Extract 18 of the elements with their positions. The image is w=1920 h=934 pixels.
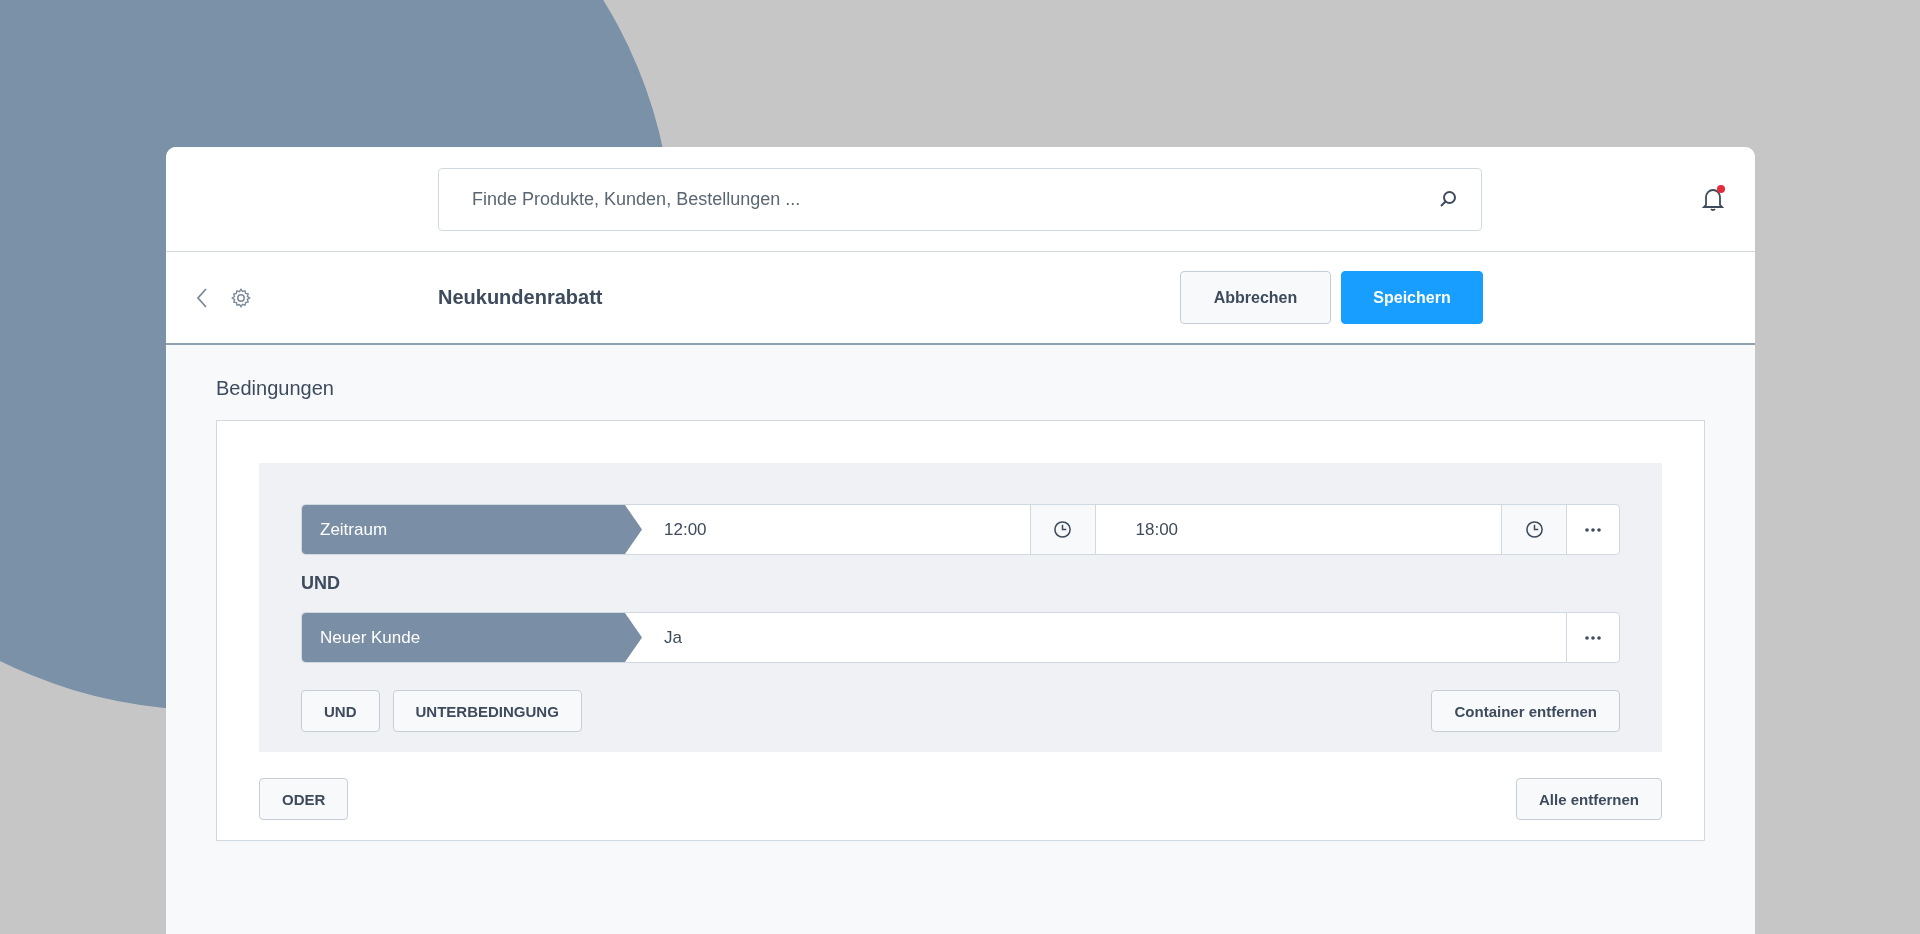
remove-container-button[interactable]: Container entfernen — [1431, 690, 1620, 732]
page-title: Neukundenrabatt — [438, 286, 604, 309]
cancel-button[interactable]: Abbrechen — [1180, 271, 1331, 324]
connector-label: UND — [301, 573, 341, 594]
time-field[interactable]: 18:00 — [1095, 505, 1501, 554]
bell-icon[interactable] — [1700, 184, 1728, 214]
settings-icon[interactable] — [230, 286, 252, 309]
section-title: Bedingungen — [216, 377, 335, 400]
remove-all-button[interactable]: Alle entfernen — [1515, 778, 1662, 820]
value-field[interactable]: Ja — [642, 613, 1566, 662]
time-field[interactable]: 12:00 — [642, 505, 1030, 554]
clock-icon[interactable] — [1501, 505, 1567, 554]
add-condition-button[interactable]: UNTERBEDINGUNG — [392, 690, 582, 732]
or-button[interactable]: ODER — [259, 778, 349, 820]
add-condition-button[interactable]: UND — [301, 690, 380, 732]
search-field[interactable]: Finde Produkte, Kunden, Bestellungen ... — [438, 167, 1482, 231]
clock-icon[interactable] — [1029, 505, 1096, 554]
search-icon[interactable] — [1438, 188, 1458, 209]
